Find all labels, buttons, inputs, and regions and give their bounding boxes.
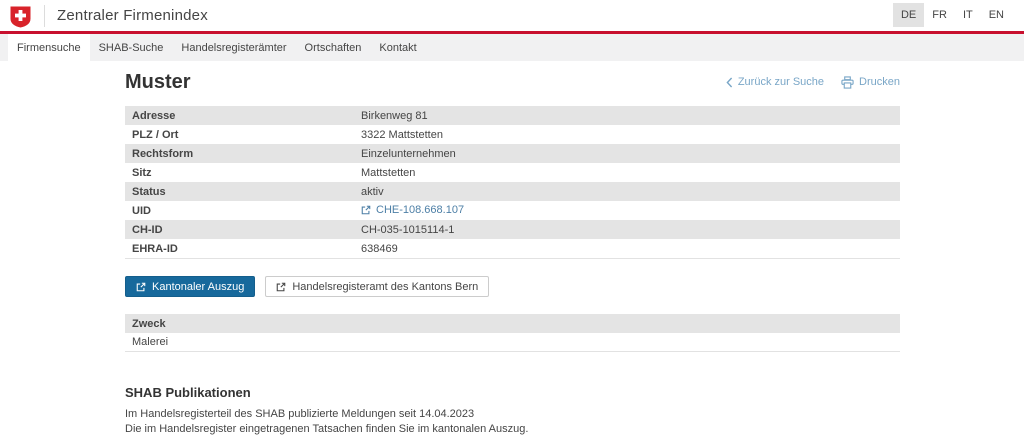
print-label: Drucken	[859, 76, 900, 88]
app-header: Zentraler Firmenindex DEFRITEN	[0, 0, 1024, 31]
page-title: Muster	[125, 71, 191, 94]
language-de[interactable]: DE	[893, 3, 924, 27]
zweck-value: Malerei	[125, 333, 900, 351]
table-row: PLZ / Ort3322 Mattstetten	[125, 125, 900, 144]
shab-line-1: Im Handelsregisterteil des SHAB publizie…	[125, 407, 900, 422]
row-value: CH-035-1015114-1	[361, 224, 900, 236]
site-title: Zentraler Firmenindex	[57, 7, 208, 24]
external-link-icon	[361, 205, 371, 215]
page-actions: Zurück zur Suche Drucken	[726, 76, 900, 89]
row-label: UID	[125, 205, 361, 217]
swiss-cross-logo	[10, 6, 31, 28]
table-row: UID CHE-108.668.107	[125, 201, 900, 220]
extract-buttons: Kantonaler Auszug Handelsregisteramt des…	[125, 276, 900, 297]
table-row: SitzMattstetten	[125, 163, 900, 182]
shab-heading: SHAB Publikationen	[125, 385, 900, 400]
printer-icon	[841, 76, 854, 89]
zweck-table: Zweck Malerei	[125, 314, 900, 352]
row-label: PLZ / Ort	[125, 129, 361, 141]
language-it[interactable]: IT	[955, 3, 981, 27]
handelsregisteramt-label: Handelsregisteramt des Kantons Bern	[292, 281, 478, 293]
nav-item-ortschaften[interactable]: Ortschaften	[296, 34, 371, 61]
shab-line-2: Die im Handelsregister eingetragenen Tat…	[125, 422, 900, 437]
row-label: Status	[125, 186, 361, 198]
kantonaler-auszug-button[interactable]: Kantonaler Auszug	[125, 276, 255, 297]
header-divider	[44, 5, 45, 27]
row-value: Birkenweg 81	[361, 110, 900, 122]
row-value: 638469	[361, 243, 900, 255]
print-link[interactable]: Drucken	[841, 76, 900, 89]
shab-section: SHAB Publikationen Im Handelsregistertei…	[125, 385, 900, 437]
table-row: EHRA-ID638469	[125, 239, 900, 258]
row-label: Rechtsform	[125, 148, 361, 160]
back-to-search-label: Zurück zur Suche	[738, 76, 824, 88]
row-label: EHRA-ID	[125, 243, 361, 255]
language-switcher: DEFRITEN	[893, 3, 1012, 27]
nav-item-firmensuche[interactable]: Firmensuche	[8, 34, 90, 61]
nav-item-shab-suche[interactable]: SHAB-Suche	[90, 34, 173, 61]
table-row: AdresseBirkenweg 81	[125, 106, 900, 125]
swiss-cross-icon	[10, 6, 31, 28]
external-link-icon	[276, 282, 286, 292]
chevron-left-icon	[726, 77, 733, 88]
row-label: Adresse	[125, 110, 361, 122]
language-fr[interactable]: FR	[924, 3, 955, 27]
row-value: Einzelunternehmen	[361, 148, 900, 160]
row-value: Mattstetten	[361, 167, 900, 179]
nav-item-kontakt[interactable]: Kontakt	[370, 34, 425, 61]
main-content: Muster Zurück zur Suche Drucken AdresseB…	[125, 68, 900, 437]
row-value: aktiv	[361, 186, 900, 198]
details-table: AdresseBirkenweg 81PLZ / Ort3322 Mattste…	[125, 106, 900, 259]
table-row: RechtsformEinzelunternehmen	[125, 144, 900, 163]
zweck-header: Zweck	[125, 314, 900, 333]
back-to-search-link[interactable]: Zurück zur Suche	[726, 76, 824, 88]
external-link-icon	[136, 282, 146, 292]
kantonaler-auszug-label: Kantonaler Auszug	[152, 281, 244, 293]
title-row: Muster Zurück zur Suche Drucken	[125, 68, 900, 96]
uid-link-label: CHE-108.668.107	[376, 204, 464, 216]
main-navigation: FirmensucheSHAB-SucheHandelsregisterämte…	[0, 34, 1024, 61]
row-value: CHE-108.668.107	[361, 204, 900, 218]
handelsregisteramt-button[interactable]: Handelsregisteramt des Kantons Bern	[265, 276, 489, 297]
nav-item-handelsregister-mter[interactable]: Handelsregisterämter	[172, 34, 295, 61]
table-row: Statusaktiv	[125, 182, 900, 201]
row-label: Sitz	[125, 167, 361, 179]
uid-link[interactable]: CHE-108.668.107	[361, 204, 464, 216]
table-row: CH-IDCH-035-1015114-1	[125, 220, 900, 239]
row-value: 3322 Mattstetten	[361, 129, 900, 141]
row-label: CH-ID	[125, 224, 361, 236]
language-en[interactable]: EN	[981, 3, 1012, 27]
